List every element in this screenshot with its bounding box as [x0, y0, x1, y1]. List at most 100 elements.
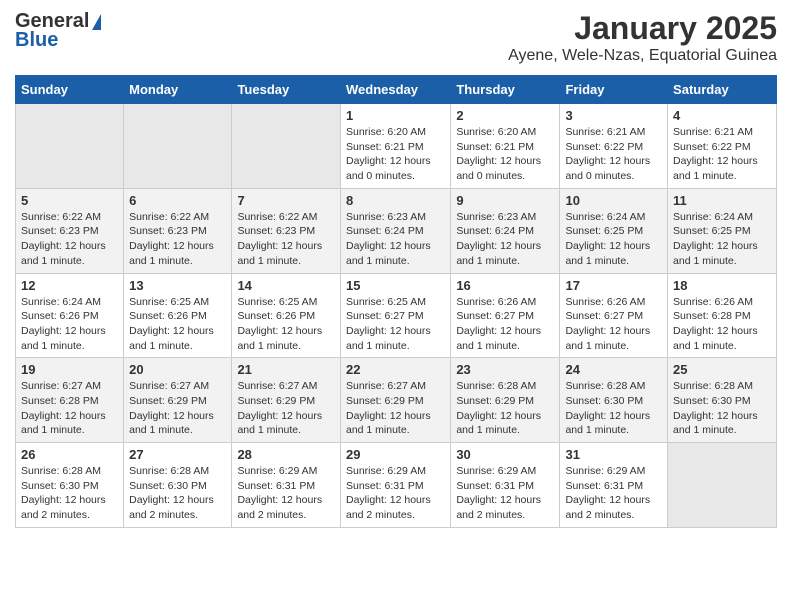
- day-info: Sunrise: 6:25 AM Sunset: 6:27 PM Dayligh…: [346, 295, 445, 354]
- day-info: Sunrise: 6:28 AM Sunset: 6:29 PM Dayligh…: [456, 379, 554, 438]
- day-info: Sunrise: 6:22 AM Sunset: 6:23 PM Dayligh…: [237, 210, 335, 269]
- calendar-cell: 23 Sunrise: 6:28 AM Sunset: 6:29 PM Dayli…: [451, 358, 560, 443]
- day-info: Sunrise: 6:20 AM Sunset: 6:21 PM Dayligh…: [346, 125, 445, 184]
- calendar-cell: 15Sunrise: 6:25 AM Sunset: 6:27 PM Dayli…: [340, 273, 450, 358]
- calendar-cell: 10 Sunrise: 6:24 AM Sunset: 6:25 PM Dayli…: [560, 188, 668, 273]
- weekday-header-saturday: Saturday: [668, 76, 777, 104]
- calendar-cell: 31Sunrise: 6:29 AM Sunset: 6:31 PM Dayli…: [560, 443, 668, 528]
- calendar-cell: 5 Sunrise: 6:22 AM Sunset: 6:23 PM Daylig…: [16, 188, 124, 273]
- calendar-week-row: 12Sunrise: 6:24 AM Sunset: 6:26 PM Dayli…: [16, 273, 777, 358]
- day-number: 5: [21, 193, 118, 208]
- calendar-title: January 2025: [508, 10, 777, 47]
- day-info: Sunrise: 6:24 AM Sunset: 6:25 PM Dayligh…: [673, 210, 771, 269]
- day-info: Sunrise: 6:23 AM Sunset: 6:24 PM Dayligh…: [346, 210, 445, 269]
- day-info: Sunrise: 6:24 AM Sunset: 6:25 PM Dayligh…: [565, 210, 662, 269]
- calendar-cell: 9 Sunrise: 6:23 AM Sunset: 6:24 PM Daylig…: [451, 188, 560, 273]
- day-number: 18: [673, 278, 771, 293]
- page-header: General Blue January 2025 Ayene, Wele-Nz…: [15, 10, 777, 65]
- day-info: Sunrise: 6:25 AM Sunset: 6:26 PM Dayligh…: [237, 295, 335, 354]
- calendar-week-row: 19 Sunrise: 6:27 AM Sunset: 6:28 PM Dayli…: [16, 358, 777, 443]
- logo-triangle: [92, 14, 101, 30]
- calendar-cell: 27 Sunrise: 6:28 AM Sunset: 6:30 PM Dayli…: [124, 443, 232, 528]
- calendar-cell: 20Sunrise: 6:27 AM Sunset: 6:29 PM Dayli…: [124, 358, 232, 443]
- calendar-cell: 21Sunrise: 6:27 AM Sunset: 6:29 PM Dayli…: [232, 358, 341, 443]
- weekday-header-sunday: Sunday: [16, 76, 124, 104]
- calendar-cell: 11 Sunrise: 6:24 AM Sunset: 6:25 PM Dayli…: [668, 188, 777, 273]
- day-info: Sunrise: 6:26 AM Sunset: 6:27 PM Dayligh…: [565, 295, 662, 354]
- calendar-week-row: 26Sunrise: 6:28 AM Sunset: 6:30 PM Dayli…: [16, 443, 777, 528]
- day-info: Sunrise: 6:28 AM Sunset: 6:30 PM Dayligh…: [129, 464, 226, 523]
- day-info: Sunrise: 6:27 AM Sunset: 6:28 PM Dayligh…: [21, 379, 118, 438]
- day-info: Sunrise: 6:21 AM Sunset: 6:22 PM Dayligh…: [565, 125, 662, 184]
- day-number: 23: [456, 362, 554, 377]
- day-info: Sunrise: 6:22 AM Sunset: 6:23 PM Dayligh…: [21, 210, 118, 269]
- calendar-cell: 26Sunrise: 6:28 AM Sunset: 6:30 PM Dayli…: [16, 443, 124, 528]
- calendar-cell: 4Sunrise: 6:21 AM Sunset: 6:22 PM Daylig…: [668, 104, 777, 189]
- day-number: 17: [565, 278, 662, 293]
- day-info: Sunrise: 6:27 AM Sunset: 6:29 PM Dayligh…: [346, 379, 445, 438]
- calendar-cell: 28 Sunrise: 6:29 AM Sunset: 6:31 PM Dayli…: [232, 443, 341, 528]
- calendar-cell: 16Sunrise: 6:26 AM Sunset: 6:27 PM Dayli…: [451, 273, 560, 358]
- calendar-table: SundayMondayTuesdayWednesdayThursdayFrid…: [15, 75, 777, 528]
- calendar-cell: 24 Sunrise: 6:28 AM Sunset: 6:30 PM Dayli…: [560, 358, 668, 443]
- weekday-header-row: SundayMondayTuesdayWednesdayThursdayFrid…: [16, 76, 777, 104]
- calendar-cell: 30Sunrise: 6:29 AM Sunset: 6:31 PM Dayli…: [451, 443, 560, 528]
- day-number: 28: [237, 447, 335, 462]
- calendar-cell: 25 Sunrise: 6:28 AM Sunset: 6:30 PM Dayli…: [668, 358, 777, 443]
- calendar-cell: 14Sunrise: 6:25 AM Sunset: 6:26 PM Dayli…: [232, 273, 341, 358]
- calendar-cell: 17 Sunrise: 6:26 AM Sunset: 6:27 PM Dayli…: [560, 273, 668, 358]
- day-number: 27: [129, 447, 226, 462]
- day-number: 25: [673, 362, 771, 377]
- logo: General Blue: [15, 10, 101, 52]
- calendar-cell: [232, 104, 341, 189]
- day-info: Sunrise: 6:28 AM Sunset: 6:30 PM Dayligh…: [565, 379, 662, 438]
- day-number: 10: [565, 193, 662, 208]
- day-info: Sunrise: 6:23 AM Sunset: 6:24 PM Dayligh…: [456, 210, 554, 269]
- day-number: 30: [456, 447, 554, 462]
- logo-blue: Blue: [15, 29, 58, 52]
- calendar-cell: [16, 104, 124, 189]
- day-number: 1: [346, 108, 445, 123]
- calendar-week-row: 5 Sunrise: 6:22 AM Sunset: 6:23 PM Daylig…: [16, 188, 777, 273]
- day-info: Sunrise: 6:28 AM Sunset: 6:30 PM Dayligh…: [673, 379, 771, 438]
- day-number: 2: [456, 108, 554, 123]
- day-number: 19: [21, 362, 118, 377]
- weekday-header-wednesday: Wednesday: [340, 76, 450, 104]
- title-block: January 2025 Ayene, Wele-Nzas, Equatoria…: [508, 10, 777, 65]
- day-number: 22: [346, 362, 445, 377]
- calendar-cell: 22 Sunrise: 6:27 AM Sunset: 6:29 PM Dayli…: [340, 358, 450, 443]
- weekday-header-friday: Friday: [560, 76, 668, 104]
- weekday-header-monday: Monday: [124, 76, 232, 104]
- day-info: Sunrise: 6:27 AM Sunset: 6:29 PM Dayligh…: [237, 379, 335, 438]
- calendar-cell: [668, 443, 777, 528]
- day-number: 11: [673, 193, 771, 208]
- weekday-header-thursday: Thursday: [451, 76, 560, 104]
- day-info: Sunrise: 6:29 AM Sunset: 6:31 PM Dayligh…: [565, 464, 662, 523]
- day-number: 24: [565, 362, 662, 377]
- calendar-cell: [124, 104, 232, 189]
- day-number: 6: [129, 193, 226, 208]
- day-number: 12: [21, 278, 118, 293]
- calendar-cell: 7 Sunrise: 6:22 AM Sunset: 6:23 PM Daylig…: [232, 188, 341, 273]
- day-info: Sunrise: 6:26 AM Sunset: 6:28 PM Dayligh…: [673, 295, 771, 354]
- day-number: 8: [346, 193, 445, 208]
- day-number: 16: [456, 278, 554, 293]
- calendar-cell: 29Sunrise: 6:29 AM Sunset: 6:31 PM Dayli…: [340, 443, 450, 528]
- day-number: 29: [346, 447, 445, 462]
- calendar-cell: 8 Sunrise: 6:23 AM Sunset: 6:24 PM Daylig…: [340, 188, 450, 273]
- calendar-cell: 1 Sunrise: 6:20 AM Sunset: 6:21 PM Daylig…: [340, 104, 450, 189]
- calendar-cell: 3Sunrise: 6:21 AM Sunset: 6:22 PM Daylig…: [560, 104, 668, 189]
- day-number: 13: [129, 278, 226, 293]
- calendar-cell: 19 Sunrise: 6:27 AM Sunset: 6:28 PM Dayli…: [16, 358, 124, 443]
- calendar-cell: 2 Sunrise: 6:20 AM Sunset: 6:21 PM Daylig…: [451, 104, 560, 189]
- day-info: Sunrise: 6:29 AM Sunset: 6:31 PM Dayligh…: [237, 464, 335, 523]
- calendar-week-row: 1 Sunrise: 6:20 AM Sunset: 6:21 PM Daylig…: [16, 104, 777, 189]
- day-info: Sunrise: 6:22 AM Sunset: 6:23 PM Dayligh…: [129, 210, 226, 269]
- calendar-cell: 13 Sunrise: 6:25 AM Sunset: 6:26 PM Dayli…: [124, 273, 232, 358]
- calendar-cell: 18 Sunrise: 6:26 AM Sunset: 6:28 PM Dayli…: [668, 273, 777, 358]
- day-number: 7: [237, 193, 335, 208]
- day-number: 9: [456, 193, 554, 208]
- day-info: Sunrise: 6:27 AM Sunset: 6:29 PM Dayligh…: [129, 379, 226, 438]
- day-info: Sunrise: 6:25 AM Sunset: 6:26 PM Dayligh…: [129, 295, 226, 354]
- day-info: Sunrise: 6:20 AM Sunset: 6:21 PM Dayligh…: [456, 125, 554, 184]
